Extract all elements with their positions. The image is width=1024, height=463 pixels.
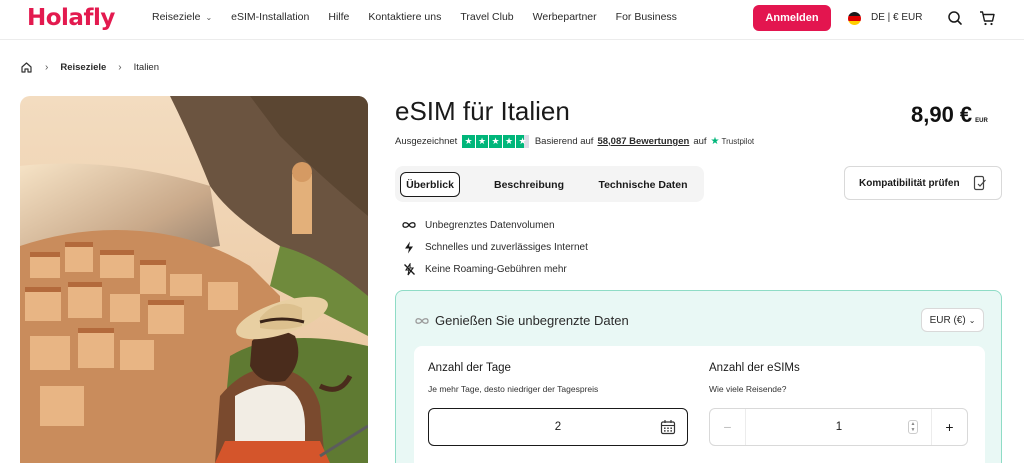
nav-label: Travel Club	[460, 11, 514, 23]
plan-heading-text: Genießen Sie unbegrenzte Daten	[435, 313, 629, 328]
product-price: 8,90 € EUR	[911, 102, 988, 128]
star-icon: ★	[462, 135, 475, 148]
site-header: Holafly Reiseziele ⌄ eSIM-Installation H…	[0, 0, 1024, 40]
breadcrumb: › Reiseziele › Italien	[20, 61, 159, 74]
rating-stars: ★ ★ ★ ★ ★	[462, 135, 530, 148]
rating-based-on: Basierend auf	[534, 135, 594, 147]
cart-icon[interactable]	[978, 9, 996, 27]
check-compatibility-button[interactable]: Kompatibilität prüfen	[844, 166, 1002, 200]
italy-coast-photo	[20, 96, 368, 463]
product-hero-image	[20, 96, 368, 463]
trustpilot-star-icon: ★	[710, 135, 720, 147]
breadcrumb-separator: ›	[118, 62, 122, 73]
plan-configurator: Genießen Sie unbegrenzte Daten EUR (€) ⌄…	[395, 290, 1002, 463]
compat-label: Kompatibilität prüfen	[859, 177, 960, 189]
rating-on: auf	[693, 135, 707, 147]
esims-value[interactable]: 1	[746, 409, 932, 445]
esims-hint: Wie viele Reisende?	[709, 384, 787, 394]
nav-reiseziele-label: Reiseziele	[152, 11, 201, 23]
star-icon: ★	[502, 135, 516, 148]
search-icon[interactable]	[946, 9, 964, 27]
rating-label: Ausgezeichnet	[395, 135, 458, 147]
tab-description[interactable]: Beschreibung	[483, 172, 575, 197]
product-title: eSIM für Italien	[395, 96, 570, 126]
locale-selector[interactable]: DE | € EUR	[871, 12, 923, 23]
star-icon: ★	[475, 135, 489, 148]
currency-select[interactable]: EUR (€) ⌄	[921, 308, 984, 332]
nav-hilfe[interactable]: Hilfe	[328, 11, 349, 23]
nav-label: For Business	[615, 11, 677, 23]
nav-travel-club[interactable]: Travel Club	[460, 11, 513, 23]
nav-kontakt[interactable]: Kontaktiere uns	[368, 11, 441, 23]
nav-reiseziele[interactable]: Reiseziele ⌄	[152, 11, 212, 23]
feature-text: Schnelles und zuverlässiges Internet	[425, 241, 588, 253]
price-currency: EUR	[975, 118, 988, 124]
infinity-icon	[402, 221, 416, 229]
price-value: 8,90 €	[911, 102, 973, 127]
esims-quantity-stepper: − 1 ▲ ▼ +	[709, 408, 968, 446]
currency-value: EUR (€)	[929, 314, 966, 326]
calendar-icon[interactable]	[660, 419, 676, 435]
days-value: 2	[554, 421, 562, 433]
nav-label: Hilfe	[328, 11, 350, 23]
feature-list: Unbegrenztes Datenvolumen Schnelles und …	[402, 214, 588, 280]
german-flag-icon	[848, 12, 861, 25]
chevron-down-icon: ⌄	[968, 315, 976, 325]
tab-overview[interactable]: Überblick	[400, 172, 460, 197]
home-icon[interactable]	[20, 61, 33, 74]
increment-button[interactable]: +	[931, 409, 967, 445]
breadcrumb-reiseziele[interactable]: Reiseziele	[60, 62, 106, 73]
infinity-icon	[415, 314, 429, 328]
feature-text: Unbegrenztes Datenvolumen	[425, 219, 555, 231]
star-icon: ★	[489, 135, 502, 148]
feature-text: Keine Roaming-Gebühren mehr	[425, 263, 567, 275]
reviews-link[interactable]: 58,087 Bewertungen	[597, 136, 689, 147]
nav-werbepartner[interactable]: Werbepartner	[533, 11, 597, 23]
esims-label: Anzahl der eSIMs	[709, 362, 800, 374]
days-hint: Je mehr Tage, desto niedriger der Tagesp…	[428, 384, 599, 394]
nav-for-business[interactable]: For Business	[616, 11, 677, 23]
plan-heading: Genießen Sie unbegrenzte Daten	[415, 313, 629, 328]
nav-label: Kontaktiere uns	[368, 11, 442, 23]
half-star-icon: ★	[516, 135, 529, 148]
trustpilot-logo[interactable]: ★ Trustpilot	[711, 136, 755, 147]
trustpilot-rating: Ausgezeichnet ★ ★ ★ ★ ★ Basierend auf 58…	[395, 135, 754, 148]
days-input[interactable]: 2	[428, 408, 688, 446]
days-label: Anzahl der Tage	[428, 362, 511, 374]
decrement-button[interactable]: −	[710, 409, 746, 445]
main-nav: Reiseziele ⌄ eSIM-Installation Hilfe Kon…	[152, 11, 696, 23]
login-button[interactable]: Anmelden	[753, 5, 831, 31]
product-tabs: Überblick Beschreibung Technische Daten	[395, 166, 704, 202]
plan-options-card: Anzahl der Tage Je mehr Tage, desto nied…	[414, 346, 985, 463]
breadcrumb-separator: ›	[45, 62, 49, 73]
feature-item: Schnelles und zuverlässiges Internet	[402, 236, 588, 258]
phone-check-icon	[973, 175, 986, 191]
lightning-icon	[402, 241, 416, 254]
nav-label: Werbepartner	[532, 11, 597, 23]
trustpilot-label: Trustpilot	[721, 136, 755, 146]
feature-item: Unbegrenztes Datenvolumen	[402, 214, 588, 236]
tab-technical-data[interactable]: Technische Daten	[589, 172, 697, 197]
nav-label: eSIM-Installation	[231, 11, 310, 23]
no-roaming-icon	[402, 262, 416, 276]
spin-arrows-icon[interactable]: ▲ ▼	[908, 420, 918, 434]
feature-item: Keine Roaming-Gebühren mehr	[402, 258, 588, 280]
breadcrumb-current: Italien	[133, 62, 159, 73]
holafly-logo[interactable]: Holafly	[27, 5, 115, 31]
nav-esim-installation[interactable]: eSIM-Installation	[231, 11, 309, 23]
chevron-down-icon: ⌄	[205, 12, 213, 22]
